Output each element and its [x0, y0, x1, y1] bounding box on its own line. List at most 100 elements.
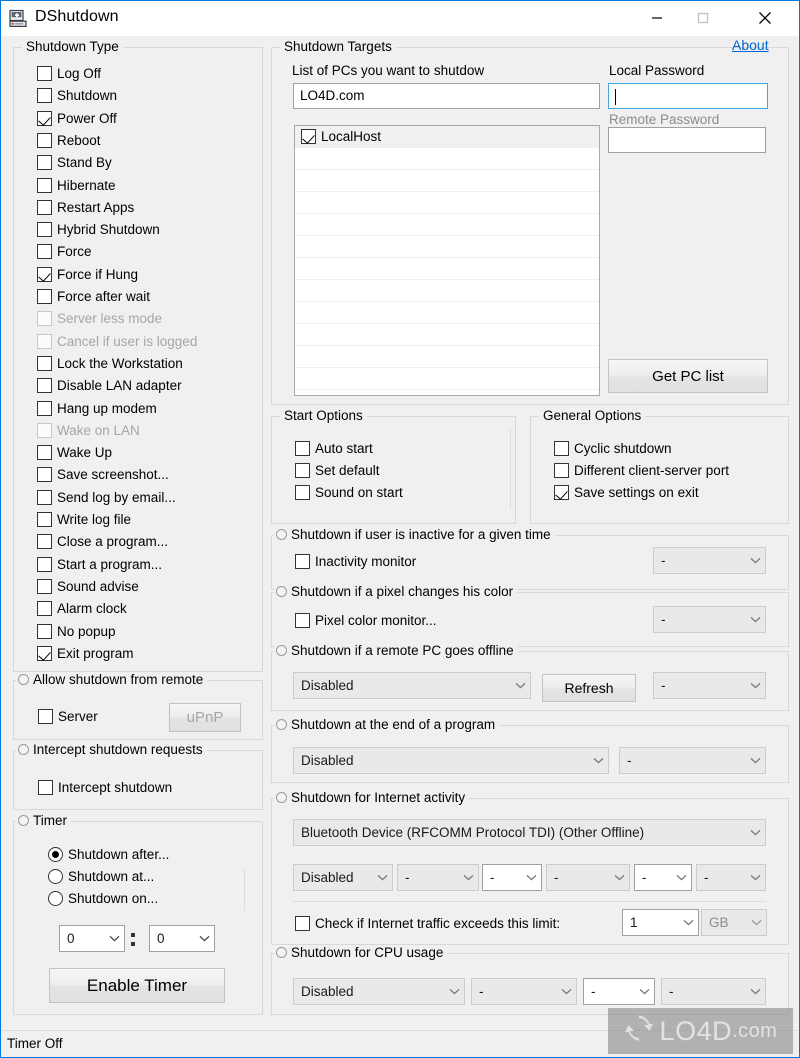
shutdown-type-item-15-checkbox[interactable] [37, 401, 52, 416]
server-checkbox-box[interactable] [38, 709, 53, 724]
chevron-down-icon[interactable] [745, 682, 765, 689]
remote-pc-radio-icon[interactable] [276, 645, 287, 656]
chevron-down-icon[interactable] [745, 616, 765, 623]
shutdown-type-item-15[interactable]: Hang up modem [37, 401, 157, 416]
shutdown-type-item-13-checkbox[interactable] [37, 356, 52, 371]
server-checkbox[interactable]: Server [38, 709, 98, 724]
pc-list-empty-row[interactable] [295, 368, 599, 390]
pixel-radio-icon[interactable] [276, 586, 287, 597]
maximize-button[interactable] [680, 1, 726, 35]
sound-on-start-checkbox[interactable]: Sound on start [295, 485, 403, 500]
end-program-time-combo[interactable]: - [619, 747, 766, 774]
pc-list-empty-row[interactable] [295, 280, 599, 302]
internet-limit-checkbox-box[interactable] [295, 916, 310, 931]
shutdown-type-item-26-checkbox[interactable] [37, 646, 52, 661]
chevron-down-icon[interactable] [634, 988, 654, 995]
shutdown-type-item-5[interactable]: Hibernate [37, 178, 116, 193]
internet-combo-0[interactable]: Disabled [293, 864, 393, 891]
get-pc-list-button[interactable]: Get PC list [608, 359, 768, 393]
shutdown-type-item-2[interactable]: Power Off [37, 111, 117, 126]
timer-hours-combo[interactable]: 0 [59, 925, 125, 952]
cpu-combo-0[interactable]: Disabled [293, 978, 465, 1005]
timer-option-shutdown-after-radio[interactable] [48, 847, 63, 862]
shutdown-type-item-24-checkbox[interactable] [37, 601, 52, 616]
refresh-button[interactable]: Refresh [542, 674, 636, 702]
shutdown-type-item-22[interactable]: Start a program... [37, 557, 162, 572]
shutdown-type-item-14-checkbox[interactable] [37, 378, 52, 393]
shutdown-type-item-17[interactable]: Wake Up [37, 445, 112, 460]
cyclic-shutdown-checkbox-box[interactable] [554, 441, 569, 456]
chevron-down-icon[interactable] [671, 874, 691, 881]
chevron-down-icon[interactable] [745, 757, 765, 764]
cpu-combo-1[interactable]: - [471, 978, 577, 1005]
timer-minutes-combo[interactable]: 0 [149, 925, 215, 952]
shutdown-type-item-26[interactable]: Exit program [37, 646, 134, 661]
chevron-down-icon[interactable] [609, 874, 629, 881]
cpu-combo-2[interactable]: - [583, 978, 655, 1005]
shutdown-type-item-23-checkbox[interactable] [37, 579, 52, 594]
timer-option-shutdown-after[interactable]: Shutdown after... [48, 847, 169, 862]
shutdown-type-item-6[interactable]: Restart Apps [37, 200, 134, 215]
shutdown-type-item-10[interactable]: Force after wait [37, 289, 150, 304]
chevron-down-icon[interactable] [745, 874, 765, 881]
about-link[interactable]: About [732, 37, 769, 53]
internet-limit-checkbox[interactable]: Check if Internet traffic exceeds this l… [295, 916, 560, 931]
timer-option-shutdown-on-radio[interactable] [48, 891, 63, 906]
shutdown-type-item-8-checkbox[interactable] [37, 244, 52, 259]
internet-radio-icon[interactable] [276, 792, 287, 803]
shutdown-type-item-7[interactable]: Hybrid Shutdown [37, 222, 160, 237]
shutdown-type-item-3[interactable]: Reboot [37, 133, 101, 148]
shutdown-type-item-5-checkbox[interactable] [37, 178, 52, 193]
shutdown-type-item-1[interactable]: Shutdown [37, 88, 117, 103]
chevron-down-icon[interactable] [745, 557, 765, 564]
different-port-checkbox[interactable]: Different client-server port [554, 463, 729, 478]
chevron-down-icon[interactable] [745, 829, 765, 836]
pc-listbox[interactable]: LocalHost [294, 125, 600, 396]
shutdown-type-item-6-checkbox[interactable] [37, 200, 52, 215]
internet-combo-1[interactable]: - [397, 864, 479, 891]
chevron-down-icon[interactable] [746, 919, 766, 926]
end-program-radio-icon[interactable] [276, 719, 287, 730]
shutdown-type-item-2-checkbox[interactable] [37, 111, 52, 126]
chevron-down-icon[interactable] [510, 682, 530, 689]
pixel-color-monitor-checkbox[interactable]: Pixel color monitor... [295, 613, 437, 628]
shutdown-type-item-25-checkbox[interactable] [37, 624, 52, 639]
chevron-down-icon[interactable] [444, 988, 464, 995]
timer-radio-icon[interactable] [18, 815, 29, 826]
pc-list-empty-row[interactable] [295, 192, 599, 214]
enable-timer-button[interactable]: Enable Timer [49, 968, 225, 1003]
shutdown-type-item-8[interactable]: Force [37, 244, 92, 259]
internet-combo-4[interactable]: - [634, 864, 692, 891]
chevron-down-icon[interactable] [678, 919, 698, 926]
different-port-checkbox-box[interactable] [554, 463, 569, 478]
cpu-radio-icon[interactable] [276, 947, 287, 958]
chevron-down-icon[interactable] [745, 988, 765, 995]
internet-combo-3[interactable]: - [546, 864, 630, 891]
chevron-down-icon[interactable] [372, 874, 392, 881]
upnp-button[interactable]: uPnP [169, 703, 241, 732]
save-settings-checkbox[interactable]: Save settings on exit [554, 485, 699, 500]
set-default-checkbox-box[interactable] [295, 463, 310, 478]
pc-list-item-checkbox[interactable] [301, 129, 316, 144]
shutdown-type-item-19-checkbox[interactable] [37, 490, 52, 505]
shutdown-type-item-18-checkbox[interactable] [37, 467, 52, 482]
internet-limit-unit-combo[interactable]: GB [701, 909, 767, 936]
shutdown-type-item-3-checkbox[interactable] [37, 133, 52, 148]
remote-pc-combo[interactable]: Disabled [293, 672, 531, 699]
cpu-combo-3[interactable]: - [661, 978, 766, 1005]
pixel-color-monitor-checkbox-box[interactable] [295, 613, 310, 628]
shutdown-type-item-22-checkbox[interactable] [37, 557, 52, 572]
shutdown-type-item-1-checkbox[interactable] [37, 88, 52, 103]
shutdown-type-item-23[interactable]: Sound advise [37, 579, 139, 594]
shutdown-type-item-9[interactable]: Force if Hung [37, 267, 138, 282]
internet-adapter-combo[interactable]: Bluetooth Device (RFCOMM Protocol TDI) (… [293, 819, 766, 846]
chevron-down-icon[interactable] [556, 988, 576, 995]
pc-list-empty-row[interactable] [295, 236, 599, 258]
inactivity-monitor-checkbox[interactable]: Inactivity monitor [295, 554, 416, 569]
timer-option-shutdown-at-radio[interactable] [48, 869, 63, 884]
chevron-down-icon[interactable] [458, 874, 478, 881]
internet-combo-2[interactable]: - [482, 864, 542, 891]
allow-remote-radio-icon[interactable] [18, 674, 29, 685]
pc-list-empty-row[interactable] [295, 346, 599, 368]
timer-option-shutdown-on[interactable]: Shutdown on... [48, 891, 158, 906]
